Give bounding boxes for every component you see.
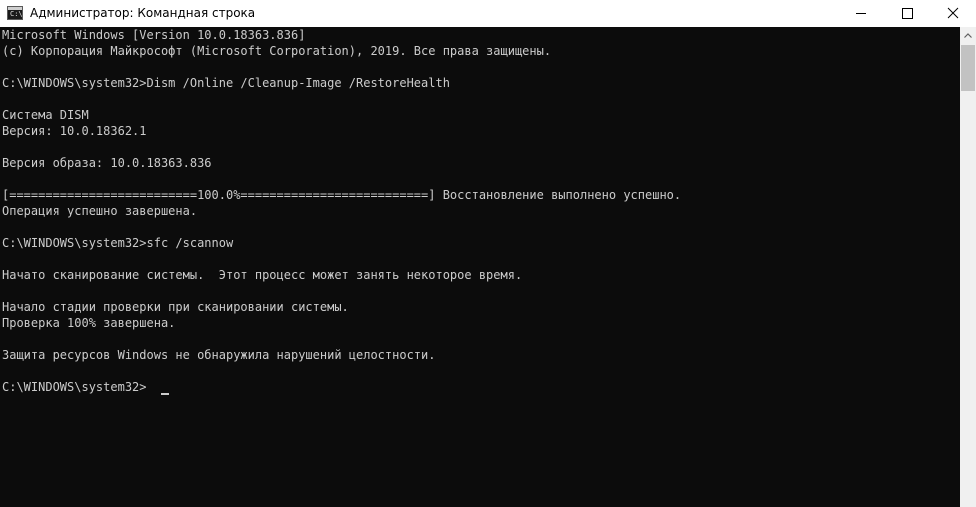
console-line: Microsoft Windows [Version 10.0.18363.83… — [2, 28, 306, 42]
console-line: Операция успешно завершена. — [2, 204, 198, 218]
text-cursor — [161, 393, 169, 395]
maximize-icon — [902, 8, 913, 19]
console-line: Версия образа: 10.0.18363.836 — [2, 156, 212, 170]
minimize-icon — [856, 13, 866, 14]
console-line: [==========================100.0%=======… — [2, 188, 682, 202]
chevron-up-icon — [964, 33, 972, 38]
window-title: Администратор: Командная строка — [30, 6, 256, 20]
maximize-button[interactable] — [884, 0, 930, 27]
console-line: Начато сканирование системы. Этот процес… — [2, 268, 523, 282]
command-prompt-icon[interactable]: C:\ — [7, 6, 23, 20]
console-line: Версия: 10.0.18362.1 — [2, 124, 147, 138]
console-output[interactable]: Microsoft Windows [Version 10.0.18363.83… — [0, 27, 960, 507]
scroll-up-button[interactable] — [960, 27, 976, 44]
title-bar[interactable]: C:\ Администратор: Командная строка — [0, 0, 976, 27]
close-button[interactable] — [930, 0, 976, 27]
console-line: C:\WINDOWS\system32>sfc /scannow — [2, 236, 234, 250]
console-line: Cистема DISM — [2, 108, 89, 122]
console-line: Защита ресурсов Windows не обнаружила на… — [2, 348, 436, 362]
console-line: Проверка 100% завершена. — [2, 316, 176, 330]
console-line: Начало стадии проверки при сканировании … — [2, 300, 349, 314]
close-icon — [947, 7, 959, 19]
prompt-line[interactable]: C:\WINDOWS\system32> — [2, 379, 147, 395]
console-line: C:\WINDOWS\system32>Dism /Online /Cleanu… — [2, 76, 450, 90]
scroll-thumb[interactable] — [961, 45, 975, 91]
cmd-window: C:\ Администратор: Командная строка Micr… — [0, 0, 976, 507]
vertical-scrollbar[interactable] — [960, 27, 976, 507]
console-line: (c) Корпорация Майкрософт (Microsoft Cor… — [2, 44, 552, 58]
minimize-button[interactable] — [838, 0, 884, 27]
